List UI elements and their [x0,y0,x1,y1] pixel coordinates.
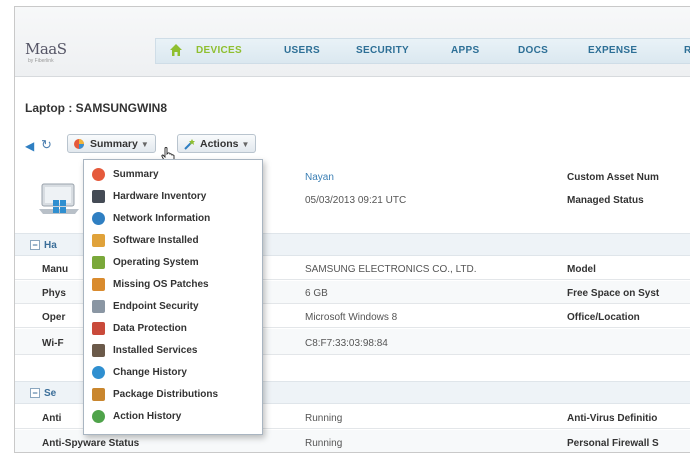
pie-chart-icon [92,168,105,181]
menu-item-label: Missing OS Patches [113,279,209,290]
nav-users[interactable]: USERS [284,45,320,56]
owner-link[interactable]: Nayan [305,172,334,183]
nav-more[interactable]: R [684,45,690,56]
top-header: MaaS by Fiberlink DEVICES USERS SECURITY… [15,7,690,77]
main-nav: DEVICES USERS SECURITY APPS DOCS EXPENSE… [155,38,690,64]
nav-docs[interactable]: DOCS [518,45,548,56]
shield-icon [92,322,105,335]
menu-item-label: Change History [113,367,187,378]
nav-security[interactable]: SECURITY [356,45,409,56]
row-label: Oper [42,312,66,323]
chevron-down-icon: ▼ [140,140,149,149]
menu-item-label: Action History [113,411,182,422]
row-label: Anti [42,413,62,424]
menu-item-missing-os-patches[interactable]: Missing OS Patches [84,274,262,296]
section-title: Se [44,388,57,399]
row-right-label: Model [567,264,596,275]
summary-button[interactable]: Summary ▼ [67,134,156,153]
back-arrow-icon[interactable]: ◀ [25,139,34,153]
menu-item-label: Software Installed [113,235,199,246]
menu-item-label: Network Information [113,213,211,224]
pie-chart-icon [74,139,84,149]
row-value: SAMSUNG ELECTRONICS CO., LTD. [305,264,477,275]
actions-button-label: Actions [200,138,239,150]
app-window: MaaS by Fiberlink DEVICES USERS SECURITY… [14,6,690,453]
row-label: Phys [42,288,66,299]
last-seen-value: 05/03/2013 09:21 UTC [305,195,407,206]
collapse-icon[interactable]: − [30,388,40,398]
page-title: Laptop : SAMSUNGWIN8 [25,101,167,115]
menu-item-package-distributions[interactable]: Package Distributions [84,384,262,406]
summary-button-label: Summary [90,138,138,150]
menu-item-operating-system[interactable]: Operating System [84,252,262,274]
history-icon [92,366,105,379]
menu-item-label: Operating System [113,257,199,268]
nav-devices[interactable]: DEVICES [196,45,242,56]
menu-item-label: Summary [113,169,159,180]
menu-item-installed-services[interactable]: Installed Services [84,340,262,362]
nav-expense[interactable]: EXPENSE [588,45,637,56]
briefcase-icon [92,344,105,357]
managed-status-label: Managed Status [567,195,644,206]
monitor-icon [92,190,105,203]
row-right-label: Free Space on Syst [567,288,660,299]
menu-item-label: Package Distributions [113,389,219,400]
menu-item-change-history[interactable]: Change History [84,362,262,384]
os-icon [92,256,105,269]
action-history-icon [92,410,105,423]
row-label: Manu [42,264,69,275]
row-value: Microsoft Windows 8 [305,312,398,323]
laptop-icon [39,183,79,214]
row-value: Running [305,438,343,449]
row-right-label: Anti-Virus Definitio [567,413,658,424]
row-right-label: Office/Location [567,312,640,323]
nav-apps[interactable]: APPS [451,45,479,56]
row-right-label: Personal Firewall S [567,438,659,449]
refresh-icon[interactable]: ↻ [41,137,52,153]
menu-item-label: Data Protection [113,323,187,334]
home-icon[interactable] [169,43,183,57]
lock-icon [92,300,105,313]
section-title: Ha [44,240,57,251]
menu-item-endpoint-security[interactable]: Endpoint Security [84,296,262,318]
collapse-icon[interactable]: − [30,240,40,250]
package-icon [92,234,105,247]
row-value: 6 GB [305,288,328,299]
wand-icon [184,139,195,150]
summary-dropdown-menu: Summary Hardware Inventory Network Infor… [83,159,263,435]
menu-item-action-history[interactable]: Action History [84,406,262,428]
menu-item-label: Installed Services [113,345,198,356]
menu-item-label: Endpoint Security [113,301,199,312]
device-toolbar: ◀ ↻ Summary ▼ Actions ▼ [15,131,690,157]
menu-item-data-protection[interactable]: Data Protection [84,318,262,340]
puzzle-icon [92,278,105,291]
custom-asset-label: Custom Asset Num [567,172,659,183]
package-dist-icon [92,388,105,401]
actions-button[interactable]: Actions ▼ [177,134,257,153]
globe-icon [92,212,105,225]
row-label: Anti-Spyware Status [42,438,140,449]
menu-item-software-installed[interactable]: Software Installed [84,230,262,252]
row-label: Wi-F [42,338,64,349]
menu-item-summary[interactable]: Summary [84,164,262,186]
logo-subtitle: by Fiberlink [28,58,54,64]
menu-item-hardware-inventory[interactable]: Hardware Inventory [84,186,262,208]
row-value: C8:F7:33:03:98:84 [305,338,388,349]
app-logo[interactable]: MaaS [25,40,67,58]
chevron-down-icon: ▼ [241,140,250,149]
menu-item-label: Hardware Inventory [113,191,207,202]
row-value: Running [305,413,343,424]
menu-item-network-information[interactable]: Network Information [84,208,262,230]
